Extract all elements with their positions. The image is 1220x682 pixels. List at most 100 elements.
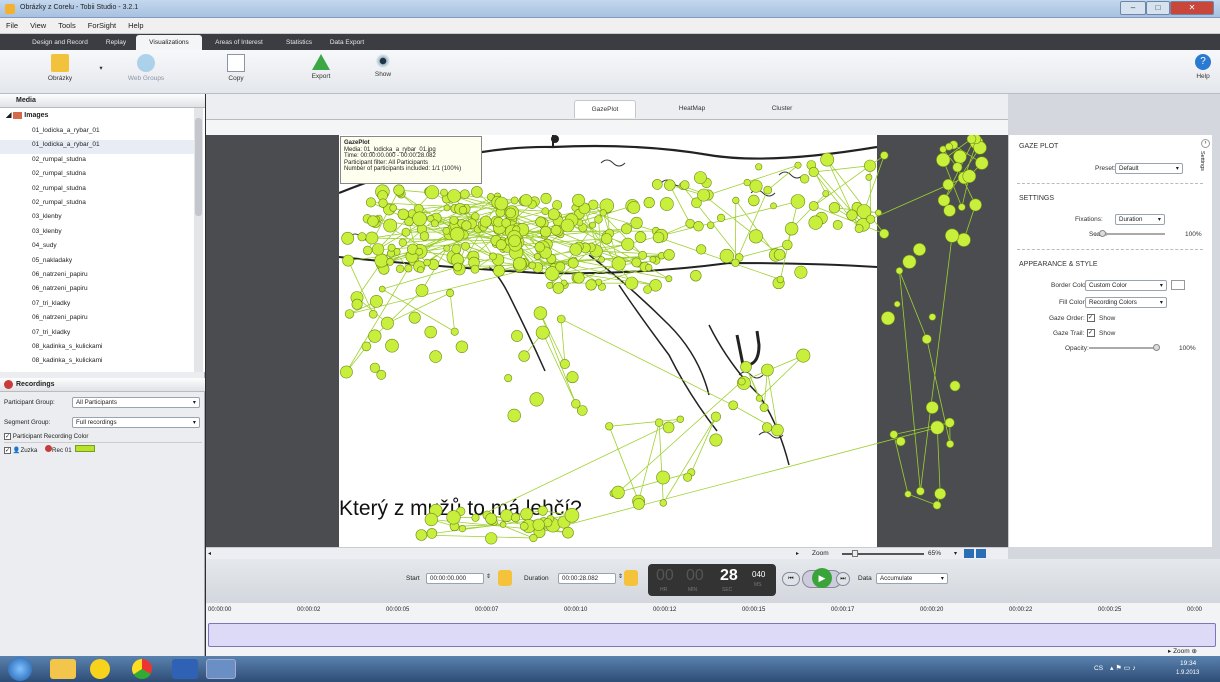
fixation-dot[interactable] (651, 179, 663, 190)
fixation-dot[interactable] (794, 265, 808, 279)
messenger-taskbar-icon[interactable] (90, 659, 110, 679)
fixation-dot[interactable] (728, 400, 739, 411)
fixation-dot[interactable] (895, 436, 906, 447)
fixation-dot[interactable] (519, 521, 529, 531)
fixation-dot[interactable] (450, 227, 465, 242)
fixation-dot[interactable] (455, 340, 469, 354)
fixation-dot[interactable] (529, 392, 544, 407)
fixation-dot[interactable] (683, 472, 693, 482)
fixation-dot[interactable] (505, 207, 517, 219)
fixation-dot[interactable] (510, 196, 519, 205)
fixation-dot[interactable] (732, 196, 740, 205)
zoom-slider[interactable] (842, 550, 924, 557)
fixation-dot[interactable] (423, 258, 431, 267)
fixation-dot[interactable] (562, 526, 574, 539)
fixation-dot[interactable] (932, 500, 942, 510)
fixation-dot[interactable] (493, 264, 505, 277)
fixation-dot[interactable] (716, 213, 726, 222)
border-color-select[interactable]: Custom Color ▾ (1085, 280, 1167, 291)
tab-areas-of-interest[interactable]: Areas of Interest (206, 35, 272, 50)
fixation-dot[interactable] (533, 306, 548, 320)
fixation-dot[interactable] (500, 509, 513, 522)
duration-spinner-icon[interactable]: ⇕ (618, 573, 623, 580)
fixation-dot[interactable] (564, 507, 580, 523)
fixation-dot[interactable] (571, 399, 581, 409)
fixation-dot[interactable] (638, 250, 647, 260)
scale-slider[interactable] (1093, 230, 1165, 237)
fixation-dot[interactable] (966, 135, 977, 144)
obrazky-button[interactable]: Obrázky (40, 52, 80, 82)
fixation-dot[interactable] (520, 507, 533, 521)
fixation-dot[interactable] (796, 348, 811, 363)
fixation-dot[interactable] (790, 194, 806, 209)
fixation-dot[interactable] (365, 197, 376, 208)
fixation-dot[interactable] (534, 241, 545, 253)
fixation-dot[interactable] (601, 233, 613, 245)
fixation-dot[interactable] (942, 178, 954, 191)
start-input[interactable]: 00:00:00.000 (426, 573, 484, 584)
fixation-dot[interactable] (543, 518, 553, 528)
fixation-dot[interactable] (556, 314, 566, 324)
fixation-dot[interactable] (540, 192, 552, 204)
fixation-dot[interactable] (508, 234, 521, 248)
fixation-dot[interactable] (649, 256, 657, 263)
media-item[interactable]: 02_rumpal_studna (32, 170, 86, 177)
fixation-dot[interactable] (461, 220, 472, 231)
fixation-dot[interactable] (962, 169, 977, 184)
fixation-dot[interactable] (953, 149, 967, 164)
fixation-dot[interactable] (511, 513, 521, 523)
media-item[interactable]: 05_nakladaky (32, 257, 72, 264)
fixation-dot[interactable] (363, 245, 373, 256)
fixations-select[interactable]: Duration ▾ (1115, 214, 1165, 225)
fixation-dot[interactable] (442, 227, 451, 235)
fixation-dot[interactable] (585, 279, 597, 291)
media-item[interactable]: 04_sudy (32, 242, 57, 249)
recording-checkbox[interactable]: ✓ (4, 447, 11, 454)
media-item[interactable]: 01_lodicka_a_rybar_01 (32, 141, 100, 148)
fixation-dot[interactable] (863, 159, 876, 172)
fixation-dot[interactable] (550, 224, 562, 236)
tab-gazeplot[interactable]: GazePlot (574, 100, 636, 118)
fixation-dot[interactable] (511, 330, 523, 342)
gaze-order-checkbox[interactable]: ✓ (1087, 314, 1095, 322)
fixation-dot[interactable] (367, 215, 379, 227)
fixation-dot[interactable] (546, 281, 554, 289)
fixation-dot[interactable] (748, 229, 763, 244)
fixation-dot[interactable] (372, 243, 385, 256)
fixation-dot[interactable] (401, 227, 411, 237)
media-item[interactable]: 06_natrzeni_papiru (32, 285, 88, 292)
fixation-dot[interactable] (449, 215, 459, 225)
fixation-dot[interactable] (376, 369, 387, 380)
fixation-dot[interactable] (470, 264, 480, 274)
fit-icon[interactable] (964, 549, 974, 558)
select-all-checkbox[interactable]: ✓ (4, 433, 11, 440)
media-item[interactable]: 02_rumpal_studna (32, 156, 86, 163)
fixation-dot[interactable] (471, 186, 483, 198)
start-spinner-icon[interactable]: ⇕ (486, 573, 491, 580)
fixation-dot[interactable] (541, 207, 550, 215)
fixation-dot[interactable] (559, 359, 570, 370)
fixation-dot[interactable] (664, 179, 676, 191)
fixation-dot[interactable] (599, 209, 607, 217)
fixation-dot[interactable] (904, 490, 912, 498)
settings-side-tab[interactable]: Settings (1199, 151, 1205, 171)
fixation-dot[interactable] (743, 178, 751, 187)
fixation-dot[interactable] (361, 341, 372, 352)
fixation-dot[interactable] (975, 156, 989, 170)
close-button[interactable]: ✕ (1170, 1, 1214, 15)
fixation-dot[interactable] (696, 244, 707, 255)
fixation-dot[interactable] (395, 264, 405, 274)
border-color-swatch[interactable] (1171, 280, 1185, 290)
fixation-dot[interactable] (662, 421, 675, 434)
clock-date[interactable]: 1.9.2013 (1176, 670, 1199, 676)
fixation-dot[interactable] (690, 270, 702, 282)
gaze-trail-checkbox[interactable]: ✓ (1087, 329, 1095, 337)
opacity-slider[interactable] (1089, 344, 1160, 351)
forward-button[interactable]: ⏭ (836, 572, 850, 586)
explorer-taskbar-icon[interactable] (50, 659, 76, 679)
chrome-taskbar-icon[interactable] (132, 659, 152, 679)
minimize-button[interactable]: – (1120, 1, 1146, 15)
fixation-dot[interactable] (529, 533, 538, 543)
fixation-dot[interactable] (424, 512, 438, 527)
fixation-dot[interactable] (759, 403, 769, 412)
